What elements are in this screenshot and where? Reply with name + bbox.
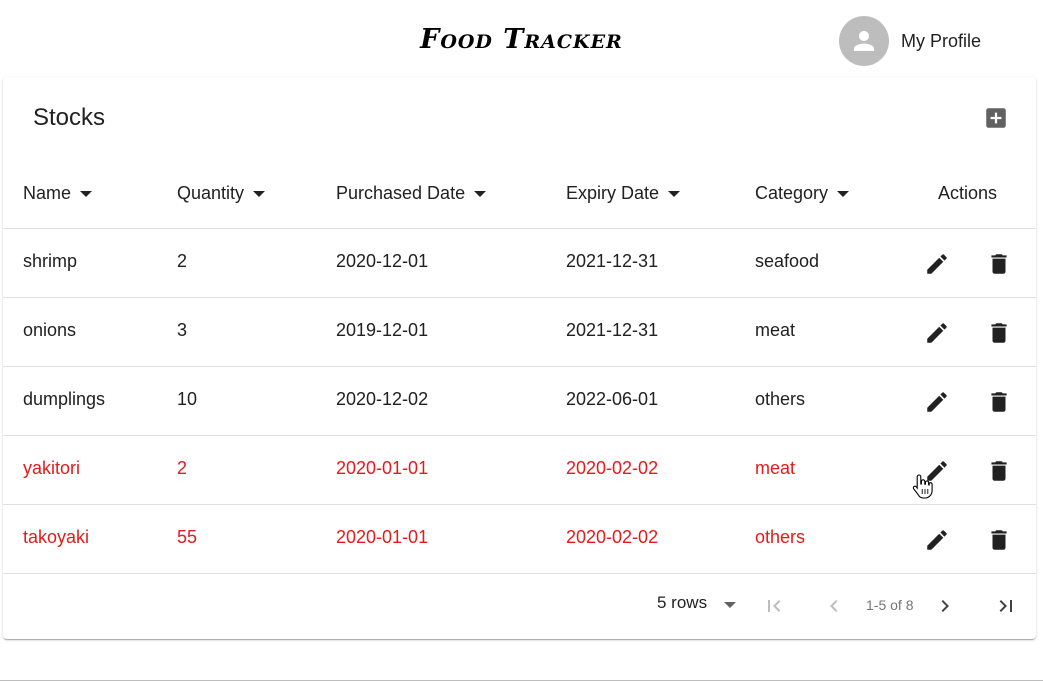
cell-purchased-date: 2020-01-01 [336, 527, 429, 547]
table-row: onions 3 2019-12-01 2021-12-31 meat [3, 298, 1036, 367]
cell-purchased-date: 2019-12-01 [336, 320, 429, 340]
column-header-actions: Actions [938, 183, 997, 204]
chevron-right-icon [941, 600, 949, 612]
cell-name: dumplings [23, 389, 106, 409]
next-page-button[interactable] [932, 593, 958, 619]
last-page-button[interactable] [993, 593, 1019, 619]
delete-button[interactable] [985, 457, 1013, 485]
column-header-quantity[interactable]: Quantity [177, 183, 266, 204]
column-label: Name [23, 183, 72, 203]
column-label: Purchased Date [336, 183, 466, 203]
cell-expiry-date: 2021-12-31 [566, 251, 659, 271]
avatar[interactable] [839, 16, 889, 66]
edit-button[interactable] [923, 250, 951, 278]
cell-category: others [755, 389, 806, 409]
cell-quantity: 55 [177, 527, 198, 547]
previous-page-button[interactable] [821, 593, 847, 619]
sort-arrow-icon [474, 190, 487, 197]
sort-arrow-icon [80, 190, 93, 197]
pencil-icon [927, 530, 947, 550]
dropdown-arrow-icon [724, 602, 737, 608]
trash-icon [991, 461, 1007, 481]
pencil-icon [927, 461, 947, 481]
pencil-icon [927, 323, 947, 343]
cell-purchased-date: 2020-01-01 [336, 458, 429, 478]
trash-icon [991, 254, 1007, 274]
person-icon [854, 31, 874, 51]
cell-name: shrimp [23, 251, 78, 271]
column-label: Quantity [177, 183, 245, 203]
page-range-label: 1-5 of 8 [866, 597, 914, 613]
delete-button[interactable] [985, 388, 1013, 416]
edit-button[interactable] [923, 388, 951, 416]
profile-label[interactable]: My Profile [901, 31, 981, 52]
column-header-category[interactable]: Category [755, 183, 850, 204]
cell-expiry-date: 2020-02-02 [566, 458, 659, 478]
cell-category: meat [755, 320, 796, 340]
cell-purchased-date: 2020-12-02 [336, 389, 429, 409]
cell-expiry-date: 2021-12-31 [566, 320, 659, 340]
rows-per-page-value: 5 rows [657, 593, 708, 612]
last-page-icon [999, 600, 1012, 612]
table-row-expired: yakitori 2 2020-01-01 2020-02-02 meat [3, 436, 1036, 505]
column-header-name[interactable]: Name [23, 183, 93, 204]
table-pagination: 5 rows 1-5 of 8 [3, 574, 1036, 639]
stocks-card: Stocks Name Quantity Purchased Date Expi… [3, 77, 1036, 639]
table-row: shrimp 2 2020-12-01 2021-12-31 seafood [3, 229, 1036, 298]
delete-button[interactable] [985, 250, 1013, 278]
cell-category: others [755, 527, 806, 547]
bottom-divider [0, 680, 1043, 681]
sort-arrow-icon [668, 190, 681, 197]
cell-category: seafood [755, 251, 820, 271]
chevron-left-icon [830, 600, 838, 612]
cell-quantity: 3 [177, 320, 188, 340]
column-header-expiry-date[interactable]: Expiry Date [566, 183, 681, 204]
trash-icon [991, 530, 1007, 550]
trash-icon [991, 392, 1007, 412]
column-label: Category [755, 183, 829, 203]
table-header: Name Quantity Purchased Date Expiry Date… [3, 157, 1036, 229]
trash-icon [991, 323, 1007, 343]
profile-button[interactable]: My Profile [839, 16, 981, 66]
column-label: Actions [938, 183, 998, 203]
table-row-expired: takoyaki 55 2020-01-01 2020-02-02 others [3, 505, 1036, 574]
cell-quantity: 10 [177, 389, 198, 409]
stocks-title: Stocks [33, 104, 106, 131]
cell-category: meat [755, 458, 796, 478]
edit-button[interactable] [923, 526, 951, 554]
rows-per-page-select[interactable]: 5 rows [657, 593, 737, 613]
edit-button[interactable] [923, 319, 951, 347]
delete-button[interactable] [985, 526, 1013, 554]
cell-purchased-date: 2020-12-01 [336, 251, 429, 271]
cell-name: onions [23, 320, 77, 340]
delete-button[interactable] [985, 319, 1013, 347]
pencil-icon [927, 392, 947, 412]
edit-button[interactable] [923, 457, 951, 485]
app-header: Food Tracker My Profile [0, 0, 1043, 80]
cell-name: yakitori [23, 458, 81, 478]
add-stock-button[interactable] [981, 103, 1011, 133]
column-header-purchased-date[interactable]: Purchased Date [336, 183, 487, 204]
sort-arrow-icon [837, 190, 850, 197]
column-label: Expiry Date [566, 183, 660, 203]
cell-quantity: 2 [177, 251, 188, 271]
cell-quantity: 2 [177, 458, 188, 478]
cell-name: takoyaki [23, 527, 90, 547]
pencil-icon [927, 254, 947, 274]
first-page-icon [768, 600, 781, 612]
first-page-button[interactable] [761, 593, 787, 619]
sort-arrow-icon [253, 190, 266, 197]
cell-expiry-date: 2022-06-01 [566, 389, 659, 409]
add-box-icon [986, 108, 1006, 128]
table-row: dumplings 10 2020-12-02 2022-06-01 other… [3, 367, 1036, 436]
cell-expiry-date: 2020-02-02 [566, 527, 659, 547]
